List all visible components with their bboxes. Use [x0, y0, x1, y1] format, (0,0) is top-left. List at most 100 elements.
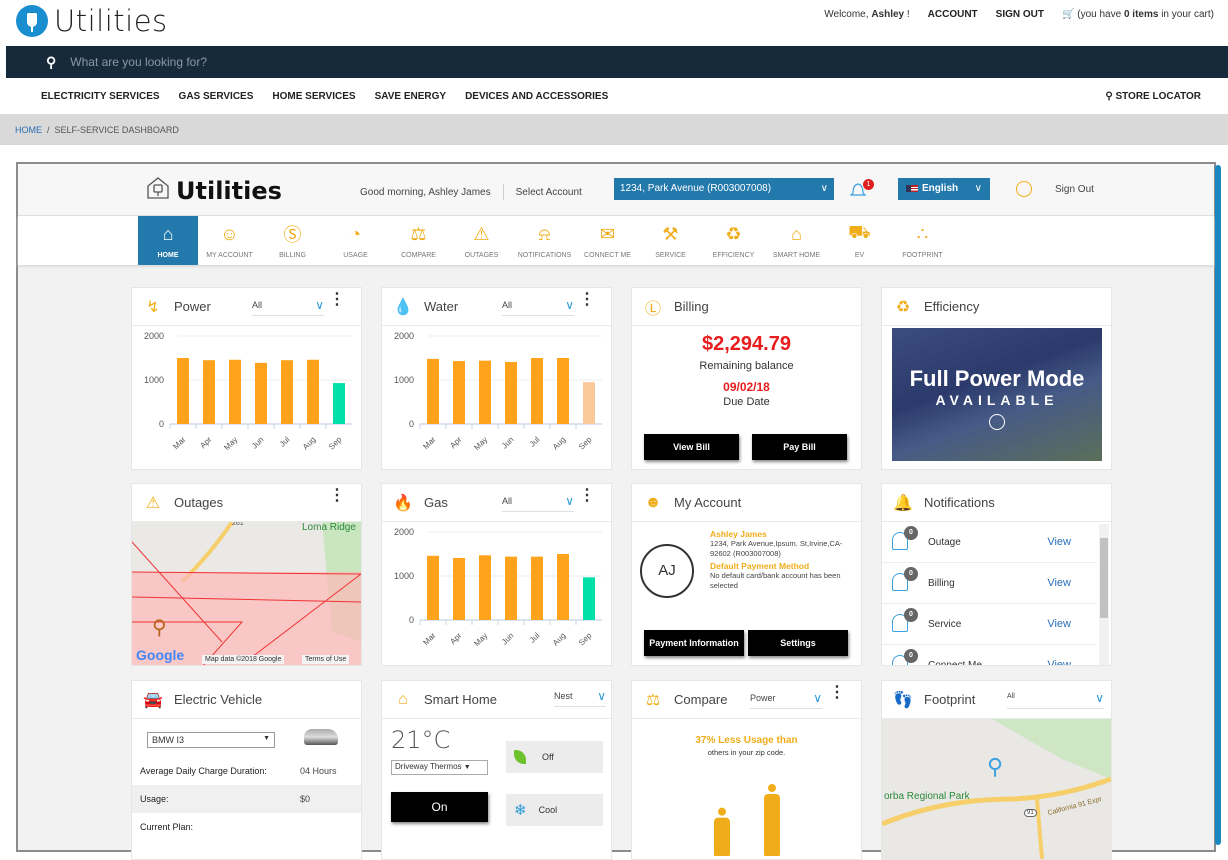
- page-scrollbar[interactable]: [1215, 165, 1221, 845]
- scale-icon: ⚖: [410, 223, 427, 244]
- view-bill-button[interactable]: View Bill: [644, 434, 739, 460]
- store-locator-link[interactable]: ⚲ STORE LOCATOR: [1105, 91, 1201, 102]
- nav-electricity-services[interactable]: ELECTRICITY SERVICES: [41, 91, 160, 102]
- y-tick-label: 1000: [144, 375, 164, 385]
- outage-marker-icon[interactable]: ⚲: [152, 615, 167, 640]
- bar-aug[interactable]: [557, 358, 569, 424]
- bar-may[interactable]: [479, 555, 491, 620]
- notification-view-link[interactable]: View: [1047, 659, 1071, 665]
- notification-view-link[interactable]: View: [1047, 618, 1071, 630]
- notification-view-link[interactable]: View: [1047, 577, 1071, 589]
- recycle-icon: ♻: [895, 298, 911, 316]
- bar-aug[interactable]: [557, 554, 569, 620]
- cart-link[interactable]: 🛒 (you have 0 items in your cart): [1062, 9, 1214, 20]
- bar-sep[interactable]: [583, 382, 595, 424]
- compare-title: Compare: [674, 692, 728, 707]
- nav-tab-label: MY ACCOUNT: [206, 252, 253, 259]
- footprint-marker-icon[interactable]: ⚲: [987, 754, 1003, 780]
- bar-mar[interactable]: [177, 358, 189, 424]
- vehicle-select[interactable]: BMW I3 ▼: [147, 732, 275, 748]
- outages-card: ⚠ Outages ⋮ Loma Ridge 261 ⚲ Google Map da…: [131, 483, 362, 666]
- nav-devices-accessories[interactable]: DEVICES AND ACCESSORIES: [465, 91, 608, 102]
- efficiency-banner[interactable]: Full Power Mode AVAILABLE: [892, 328, 1102, 461]
- bar-apr[interactable]: [453, 361, 465, 424]
- notifications-scrollbar[interactable]: [1099, 524, 1109, 665]
- payment-information-button[interactable]: Payment Information: [644, 630, 744, 656]
- nav-tab-compare[interactable]: ⚖ COMPARE: [387, 216, 450, 265]
- footprint-map[interactable]: ⚲ orba Regional Park 91 California 91 Ex…: [882, 719, 1111, 859]
- account-select[interactable]: 1234, Park Avenue (R003007008) ∨: [614, 178, 834, 200]
- more-options-icon[interactable]: ⋮: [329, 292, 345, 308]
- bar-sep[interactable]: [583, 577, 595, 620]
- gas-filter-select[interactable]: All ∨: [502, 494, 574, 512]
- outage-map[interactable]: Loma Ridge 261 ⚲ Google Map data ©2018 G…: [132, 522, 361, 665]
- bar-may[interactable]: [229, 359, 241, 424]
- power-filter-value: All: [252, 300, 263, 310]
- outage-map-graphic: [132, 522, 361, 665]
- bar-may[interactable]: [479, 360, 491, 424]
- nav-tab-smart-home[interactable]: ⌂ SMART HOME: [765, 216, 828, 265]
- more-options-icon[interactable]: ⋮: [329, 488, 345, 504]
- x-tick-label: Jul: [278, 435, 292, 449]
- footprint-filter-select[interactable]: All ∨: [1007, 691, 1104, 709]
- user-profile-icon[interactable]: [1016, 181, 1032, 197]
- nav-tab-connect-me[interactable]: ✉ CONNECT ME: [576, 216, 639, 265]
- bar-apr[interactable]: [453, 557, 465, 620]
- language-select[interactable]: English ∨: [898, 178, 990, 200]
- water-filter-select[interactable]: All ∨: [502, 298, 574, 316]
- nav-save-energy[interactable]: SAVE ENERGY: [375, 91, 447, 102]
- bar-aug[interactable]: [307, 359, 319, 424]
- smart-home-filter-select[interactable]: Nest ∨: [554, 689, 606, 707]
- settings-button[interactable]: Settings: [748, 630, 848, 656]
- nav-tab-footprint[interactable]: ∴ FOOTPRINT: [891, 216, 954, 265]
- on-button[interactable]: On: [391, 792, 488, 822]
- nav-gas-services[interactable]: GAS SERVICES: [179, 91, 254, 102]
- nav-tab-efficiency[interactable]: ♻ EFFICIENCY: [702, 216, 765, 265]
- bar-jul[interactable]: [531, 358, 543, 424]
- compare-filter-select[interactable]: Power ∨: [750, 691, 822, 709]
- bar-mar[interactable]: [427, 358, 439, 424]
- bar-jul[interactable]: [281, 360, 293, 424]
- eco-off-button[interactable]: Off: [506, 741, 603, 773]
- notification-label: Billing: [928, 578, 955, 589]
- ev-row: Average Daily Charge Duration: 04 Hours: [132, 757, 361, 785]
- nav-home-services[interactable]: HOME SERVICES: [272, 91, 355, 102]
- nav-tab-my-account[interactable]: ☺ MY ACCOUNT: [198, 216, 261, 265]
- nav-tab-home[interactable]: ⌂ HOME: [138, 216, 198, 265]
- search-icon[interactable]: ⚲: [46, 54, 56, 71]
- dashboard-logo[interactable]: Utilities: [146, 176, 282, 205]
- notification-view-link[interactable]: View: [1047, 536, 1071, 548]
- nav-tab-label: HOME: [157, 252, 179, 259]
- bar-apr[interactable]: [203, 360, 215, 424]
- breadcrumb-home[interactable]: HOME: [15, 125, 42, 135]
- terms-of-use-link[interactable]: Terms of Use: [302, 655, 350, 664]
- bar-jun[interactable]: [505, 556, 517, 620]
- bar-mar[interactable]: [427, 555, 439, 620]
- bar-jun[interactable]: [255, 362, 267, 424]
- search-bar[interactable]: ⚲ What are you looking for?: [6, 46, 1228, 78]
- bar-sep[interactable]: [333, 383, 345, 424]
- site-logo[interactable]: Utilities: [16, 4, 168, 38]
- search-input[interactable]: What are you looking for?: [70, 55, 207, 69]
- bar-jul[interactable]: [531, 556, 543, 620]
- more-options-icon[interactable]: ⋮: [579, 292, 595, 308]
- dashboard-signout[interactable]: Sign Out: [1055, 184, 1094, 195]
- power-filter-select[interactable]: All ∨: [252, 298, 324, 316]
- nav-tab-notifications[interactable]: ⍾ NOTIFICATIONS: [513, 216, 576, 265]
- welcome-suffix: !: [906, 9, 910, 20]
- nav-tab-billing[interactable]: Ⓢ BILLING: [261, 216, 324, 265]
- account-link[interactable]: ACCOUNT: [928, 9, 978, 20]
- nav-tab-service[interactable]: ⚒ SERVICE: [639, 216, 702, 265]
- signout-link[interactable]: SIGN OUT: [996, 9, 1044, 20]
- cool-mode-button[interactable]: ❄ Cool: [506, 794, 603, 826]
- more-options-icon[interactable]: ⋮: [579, 488, 595, 504]
- nav-tab-outages[interactable]: ⚠ OUTAGES: [450, 216, 513, 265]
- pay-bill-button[interactable]: Pay Bill: [752, 434, 847, 460]
- more-options-icon[interactable]: ⋮: [829, 685, 845, 701]
- solar-panel-icon: [989, 414, 1005, 430]
- smart-home-icon: ⌂: [791, 223, 802, 244]
- nav-tab-usage[interactable]: ◔ USAGE: [324, 216, 387, 265]
- nav-tab-ev[interactable]: ⛟ EV: [828, 216, 891, 265]
- thermostat-select[interactable]: Driveway Thermos ▼: [391, 760, 488, 775]
- bar-jun[interactable]: [505, 361, 517, 424]
